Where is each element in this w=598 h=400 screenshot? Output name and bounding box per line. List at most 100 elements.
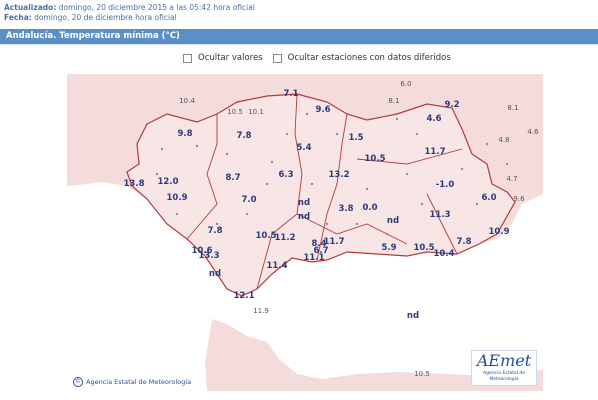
station-value: 10.5 (413, 243, 435, 253)
hide-stations-checkbox[interactable] (272, 53, 282, 63)
station-dot (485, 142, 489, 146)
station-value: nd (386, 216, 400, 226)
station-value: 10.1 (248, 108, 264, 116)
station-value: 10.9 (488, 227, 510, 237)
station-value: 3.8 (338, 204, 354, 214)
station-value: nd (297, 198, 311, 208)
map-canvas (67, 74, 543, 391)
station-value: 6.3 (278, 170, 294, 180)
station-dot (415, 132, 419, 136)
station-dot (310, 182, 314, 186)
station-dot (335, 132, 339, 136)
station-value: 8.7 (225, 173, 241, 183)
map-title: Andalucía. Temperatura mínima (°C) (6, 31, 180, 41)
station-value: 11.7 (424, 147, 446, 157)
hide-stations-label: Ocultar estaciones con datos diferidos (287, 53, 451, 63)
station-dot (365, 187, 369, 191)
temperature-map[interactable]: 7.1 6.0 10.4 10.5 10.1 9.6 8.1 9.2 8.1 4.6 4.6 4.8 9… (67, 74, 543, 391)
station-value: 10.5 (364, 154, 386, 164)
station-value: 0.0 (362, 203, 378, 213)
station-value: 9.2 (444, 100, 460, 110)
credit-text: Agencia Estatal de Meteorología (86, 378, 192, 386)
station-value: 4.6 (527, 128, 539, 136)
hide-stations-option[interactable]: Ocultar estaciones con datos diferidos (272, 53, 451, 63)
station-value: 11.1 (303, 253, 325, 263)
station-dot (305, 112, 309, 116)
station-dot (460, 167, 464, 171)
station-dot (475, 202, 479, 206)
station-value: 5.4 (296, 143, 312, 153)
station-dot (245, 212, 249, 216)
station-value: 10.9 (166, 193, 188, 203)
station-value: 9.8 (177, 129, 193, 139)
hide-values-option[interactable]: Ocultar valores (183, 53, 263, 63)
station-dot (195, 144, 199, 148)
station-value: 10.4 (433, 249, 455, 259)
station-dot (285, 132, 289, 136)
date-label: Fecha: (4, 13, 32, 22)
hide-values-checkbox[interactable] (183, 53, 192, 63)
station-dot (270, 160, 274, 164)
station-dot (155, 172, 159, 176)
station-value: nd (406, 311, 420, 321)
station-value: -1.0 (435, 180, 455, 190)
date-value: domingo, 20 de diciembre hora oficial (34, 13, 177, 22)
station-dot (325, 222, 329, 226)
station-value: 11.2 (274, 233, 296, 243)
map-options: Ocultar valores Ocultar estaciones con d… (183, 53, 461, 63)
station-value: 4.6 (426, 114, 442, 124)
aemet-logo[interactable]: AEmet Agencia Estatal de Meteorología (471, 350, 537, 386)
station-value: 4.7 (506, 175, 518, 183)
station-dot (225, 152, 229, 156)
updated-value: domingo, 20 diciembre 2015 a las 05:42 h… (58, 3, 255, 12)
hide-values-label: Ocultar valores (198, 53, 263, 63)
station-value: 12.1 (233, 291, 255, 301)
station-dot (160, 147, 164, 151)
station-value: nd (208, 269, 222, 279)
station-value: 11.4 (266, 261, 288, 271)
station-value: nd (297, 212, 311, 222)
station-value: 5.9 (381, 243, 397, 253)
station-value: 7.8 (236, 131, 252, 141)
station-value: 10.5 (255, 231, 277, 241)
updated-label: Actualizado: (4, 3, 57, 12)
station-value: 7.0 (241, 195, 257, 205)
station-value: 9.6 (513, 195, 525, 203)
station-value: 7.8 (456, 237, 472, 247)
station-dot (505, 162, 509, 166)
station-value: 12.0 (157, 177, 179, 187)
station-value: 11.9 (253, 307, 269, 315)
station-value: 8.1 (388, 97, 400, 105)
station-dot (405, 172, 409, 176)
station-value: 13.2 (328, 170, 350, 180)
station-dot (420, 202, 424, 206)
station-value: 10.4 (179, 97, 195, 105)
station-dot (385, 232, 389, 236)
station-dot (395, 117, 399, 121)
station-value: 6.0 (400, 80, 412, 88)
updated-line: Actualizado: domingo, 20 diciembre 2015 … (4, 3, 255, 13)
station-dot (355, 222, 359, 226)
station-value: 9.6 (315, 105, 331, 115)
aemet-logo-mark: AEmet (476, 351, 532, 370)
aemet-logo-subtitle: Agencia Estatal de Meteorología (482, 371, 525, 382)
map-title-bar: Andalucía. Temperatura mínima (°C) (0, 29, 598, 44)
station-value: 8.1 (507, 104, 519, 112)
station-value: 4.8 (498, 136, 510, 144)
station-value: 10.5 (227, 108, 243, 116)
station-value: 7.1 (283, 89, 299, 99)
station-value: 10.5 (414, 370, 430, 378)
station-value: 13.8 (123, 179, 145, 189)
map-credit: © Agencia Estatal de Meteorología (73, 377, 191, 387)
station-dot (215, 222, 219, 226)
station-value: 11.3 (429, 210, 451, 220)
station-dot (175, 212, 179, 216)
title-divider (0, 44, 598, 47)
date-line: Fecha: domingo, 20 de diciembre hora ofi… (4, 13, 177, 23)
station-value: 6.0 (481, 193, 497, 203)
station-value: 13.3 (198, 251, 220, 261)
station-dot (265, 182, 269, 186)
copyright-icon: © (73, 377, 83, 387)
station-value: 1.5 (348, 133, 364, 143)
station-value: 7.8 (207, 226, 223, 236)
